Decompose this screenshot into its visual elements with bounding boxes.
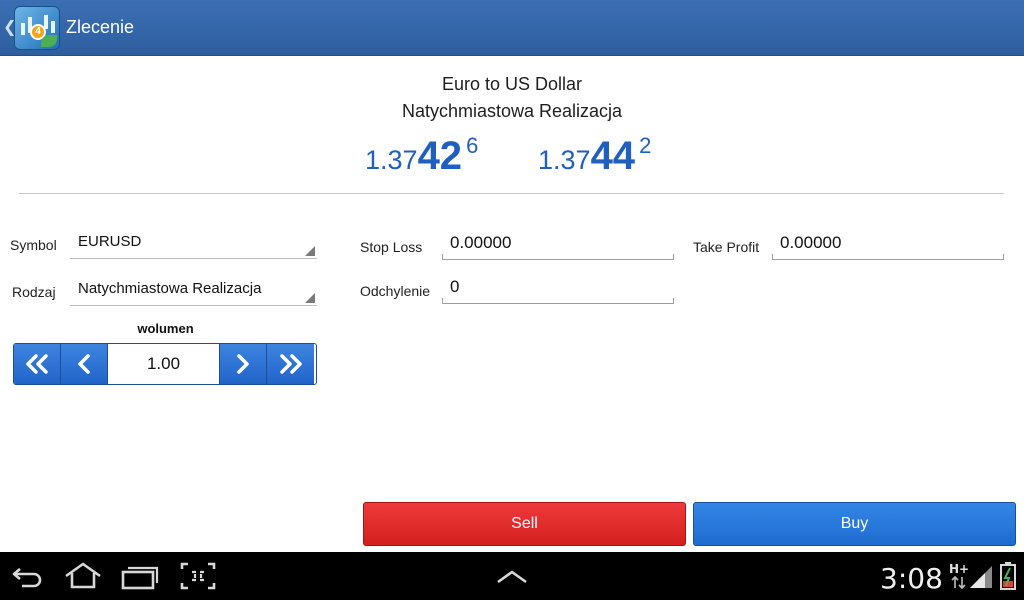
volume-stepper: 1.00 xyxy=(13,343,317,385)
recent-apps-icon[interactable] xyxy=(120,560,160,592)
network-type-icon: H+ xyxy=(949,562,969,590)
deviation-input[interactable]: 0 xyxy=(442,274,674,304)
bid-price-fraction: 6 xyxy=(466,133,479,158)
status-clock: 3:08 xyxy=(880,562,943,595)
up-chevron-icon[interactable] xyxy=(492,560,532,592)
network-type-text: H+ xyxy=(949,562,969,576)
page-title: Zlecenie xyxy=(66,17,135,37)
signal-icon xyxy=(970,566,992,588)
system-navigation-bar: 3:08 H+ xyxy=(0,552,1024,600)
type-value: Natychmiastowa Realizacja xyxy=(78,280,262,297)
chevron-right-icon xyxy=(237,354,249,374)
sell-button[interactable]: Sell xyxy=(363,502,686,546)
bid-price-pips: 42 xyxy=(417,134,463,178)
take-profit-input[interactable]: 0.00000 xyxy=(772,230,1004,260)
symbol-label: Symbol xyxy=(10,237,57,253)
stop-loss-input[interactable]: 0.00000 xyxy=(442,230,674,260)
leaf-icon xyxy=(41,35,57,47)
instrument-name: Euro to US Dollar xyxy=(441,74,583,94)
double-chevron-right-icon xyxy=(279,354,302,374)
volume-input[interactable]: 1.00 xyxy=(108,344,220,384)
volume-increase-button[interactable] xyxy=(220,344,267,384)
symbol-dropdown[interactable]: EURUSD xyxy=(70,229,317,259)
volume-increase-large-button[interactable] xyxy=(267,344,314,384)
volume-decrease-button[interactable] xyxy=(61,344,108,384)
back-icon[interactable] xyxy=(8,560,48,592)
bid-price: 1.3742 6 xyxy=(365,133,479,179)
ask-price-pips: 44 xyxy=(590,134,636,178)
volume-decrease-large-button[interactable] xyxy=(14,344,61,384)
home-icon[interactable] xyxy=(63,560,103,592)
type-dropdown[interactable]: Natychmiastowa Realizacja xyxy=(70,276,317,306)
execution-mode: Natychmiastowa Realizacja xyxy=(401,101,623,121)
stop-loss-label: Stop Loss xyxy=(360,239,423,255)
buy-button[interactable]: Buy xyxy=(693,502,1016,546)
action-bar: ❮ 4 Zlecenie xyxy=(0,0,1024,56)
dropdown-arrow-icon xyxy=(305,246,315,256)
double-chevron-left-icon xyxy=(26,354,48,374)
battery-icon xyxy=(1000,562,1016,590)
ask-price-prefix: 1.37 xyxy=(538,145,591,175)
ask-price: 1.3744 2 xyxy=(538,133,652,179)
screenshot-icon[interactable] xyxy=(178,560,218,592)
bid-price-prefix: 1.37 xyxy=(365,145,418,175)
chevron-left-icon xyxy=(78,354,90,374)
volume-label: wolumen xyxy=(137,321,194,336)
dropdown-arrow-icon xyxy=(305,293,315,303)
type-label: Rodzaj xyxy=(12,284,56,300)
ask-price-fraction: 2 xyxy=(639,133,652,158)
app-logo-icon[interactable]: 4 xyxy=(14,6,60,50)
symbol-value: EURUSD xyxy=(78,233,142,250)
header-divider xyxy=(19,193,1004,194)
take-profit-label: Take Profit xyxy=(693,239,760,255)
deviation-label: Odchylenie xyxy=(360,283,431,299)
